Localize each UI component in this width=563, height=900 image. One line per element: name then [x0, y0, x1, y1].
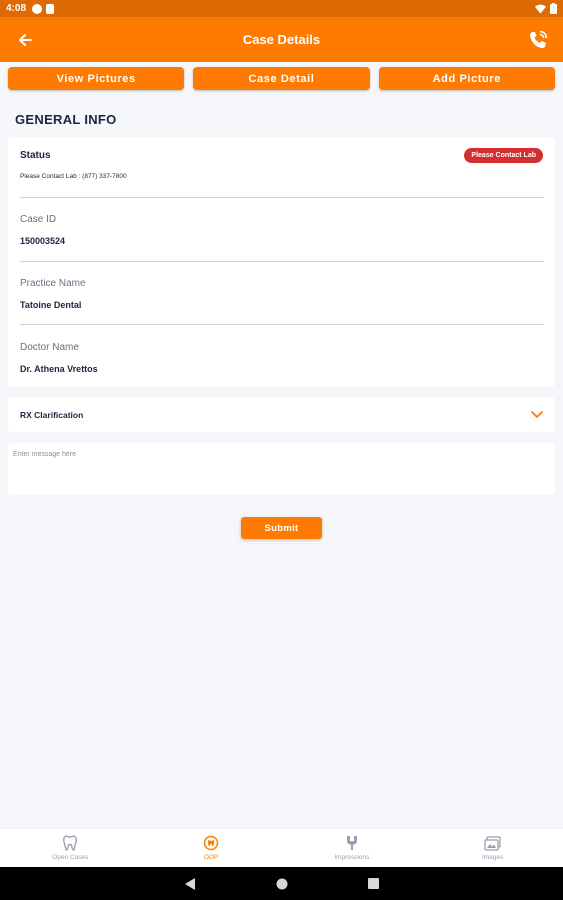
chevron-down-icon [531, 410, 543, 419]
case-id-value: 150003524 [20, 236, 66, 246]
practice-name-label: Practice Name [20, 278, 86, 289]
status-time: 4:08 [6, 3, 27, 14]
system-back-button[interactable] [184, 877, 196, 890]
home-circle-icon [276, 878, 287, 889]
message-box [8, 443, 555, 495]
phone-call-icon [530, 30, 548, 48]
impression-icon [346, 836, 357, 850]
nav-label: Impressions [334, 854, 370, 861]
top-action-buttons: View Pictures Case Detail Add Picture [8, 67, 555, 90]
case-id-row: Case ID 150003524 [20, 214, 544, 246]
nav-label: OOP [203, 854, 219, 861]
status-note: Please Contact Lab : (877) 337-7800 [20, 173, 127, 180]
doctor-name-row: Doctor Name Dr. Athena Vrettos [20, 342, 544, 374]
general-info-card: Status Please Contact Lab : (877) 337-78… [8, 137, 555, 387]
page-title: Case Details [242, 32, 321, 47]
sd-card-icon [46, 3, 55, 14]
oop-icon [203, 835, 219, 851]
nav-label: Images [481, 853, 504, 861]
app-bar: Case Details [0, 17, 563, 62]
practice-name-row: Practice Name Tatoine Dental [20, 278, 544, 310]
system-recents-button[interactable] [367, 878, 379, 889]
add-picture-button[interactable]: Add Picture [378, 67, 555, 90]
case-id-label: Case ID [20, 214, 57, 225]
view-pictures-button[interactable]: View Pictures [8, 67, 185, 90]
nav-item-images[interactable]: Images [422, 829, 563, 867]
divider [20, 197, 544, 198]
divider [20, 324, 544, 325]
rx-clarification-label: RX Clarification [20, 409, 84, 420]
images-icon [484, 835, 501, 851]
message-input[interactable] [8, 445, 555, 464]
call-button[interactable] [513, 28, 563, 52]
doctor-name-value: Dr. Athena Vrettos [20, 364, 98, 374]
arrow-left-icon [19, 33, 32, 46]
status-badge: Please Contact Lab [464, 148, 543, 163]
system-home-button[interactable] [276, 878, 288, 890]
section-title: GENERAL INFO [15, 112, 117, 127]
nav-item-impressions[interactable]: Impressions [282, 829, 423, 867]
practice-name-value: Tatoine Dental [20, 300, 82, 310]
rx-clarification-dropdown[interactable]: RX Clarification [8, 397, 555, 432]
nav-item-open-cases[interactable]: Open Cases [0, 829, 141, 867]
wifi-icon [535, 4, 546, 14]
notification-icon [32, 3, 43, 14]
battery-icon [550, 3, 557, 14]
back-button[interactable] [0, 33, 50, 47]
divider [20, 261, 544, 262]
system-navigation-bar [0, 867, 563, 900]
nav-label: Open Cases [52, 854, 89, 861]
recents-square-icon [367, 878, 379, 889]
case-detail-button[interactable]: Case Detail [193, 67, 370, 90]
nav-item-oop[interactable]: OOP [141, 829, 282, 867]
doctor-name-label: Doctor Name [20, 342, 79, 353]
tooth-icon [63, 835, 78, 851]
back-triangle-icon [184, 877, 195, 890]
status-bar: 4:08 [0, 0, 563, 17]
bottom-navigation: Open Cases OOP Impressions Images [0, 828, 563, 867]
submit-button[interactable]: Submit [241, 517, 322, 539]
